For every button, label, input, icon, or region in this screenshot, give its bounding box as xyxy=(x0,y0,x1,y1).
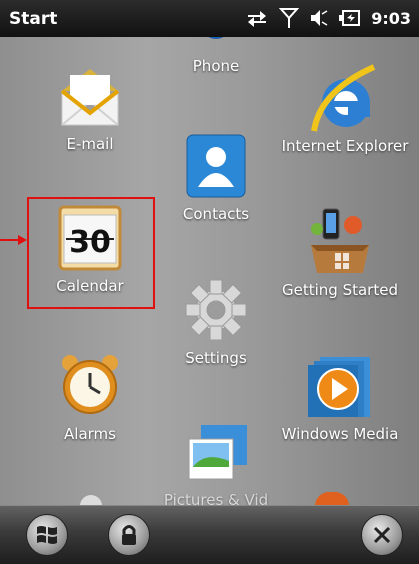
partial-icon-right xyxy=(315,492,349,505)
volume-icon xyxy=(311,10,328,26)
status-bar: Start 9:03 xyxy=(0,0,419,37)
lock-button[interactable] xyxy=(108,514,150,556)
clock[interactable]: 9:03 xyxy=(371,9,411,28)
tile-label: E-mail xyxy=(66,135,114,153)
windows-logo-icon xyxy=(37,526,57,544)
tile-getting-started[interactable]: Getting Started xyxy=(270,205,410,299)
tile-label: Phone xyxy=(192,57,240,75)
battery-charging-icon xyxy=(339,10,361,26)
lock-icon xyxy=(122,525,136,545)
tile-label: Settings xyxy=(185,349,247,367)
tile-contacts[interactable]: Contacts xyxy=(146,133,286,223)
taskbar xyxy=(0,505,419,564)
gear-icon xyxy=(185,277,247,343)
pictures-icon xyxy=(181,421,251,485)
tile-label: Getting Started xyxy=(282,281,398,299)
tile-email[interactable]: E-mail xyxy=(20,61,160,153)
getting-started-icon xyxy=(305,205,375,275)
tile-label: Windows Media xyxy=(281,425,399,443)
tile-label: Internet Explorer xyxy=(281,137,409,155)
alarm-clock-icon xyxy=(58,349,122,419)
media-player-icon xyxy=(306,349,374,419)
phone-icon xyxy=(186,37,246,51)
windows-start-button[interactable] xyxy=(26,514,68,556)
contacts-icon xyxy=(185,133,247,199)
tile-windows-media[interactable]: Windows Media xyxy=(270,349,410,443)
tile-label: Pictures & Vid xyxy=(163,491,269,505)
close-icon xyxy=(373,526,391,544)
data-connection-icon xyxy=(248,11,267,27)
partial-icon-left xyxy=(80,495,102,505)
tile-settings[interactable]: Settings xyxy=(146,277,286,367)
internet-explorer-icon xyxy=(310,61,380,135)
start-title[interactable]: Start xyxy=(9,9,57,29)
tile-phone[interactable]: Phone xyxy=(146,37,286,75)
tile-alarms[interactable]: Alarms xyxy=(20,349,160,443)
calendar-highlight-box xyxy=(27,197,155,309)
envelope-icon xyxy=(58,61,122,129)
tile-label: Alarms xyxy=(64,425,116,443)
close-button[interactable] xyxy=(361,514,403,556)
pointer-arrow-icon xyxy=(0,235,27,245)
status-icons: 9:03 xyxy=(245,7,411,29)
tile-internet-explorer[interactable]: Internet Explorer xyxy=(275,61,415,155)
tile-label: Contacts xyxy=(182,205,250,223)
signal-icon xyxy=(279,8,300,28)
tile-pictures[interactable]: Pictures & Vid xyxy=(146,421,286,505)
